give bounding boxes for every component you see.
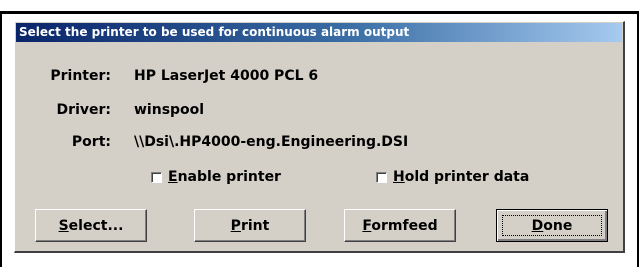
print-button[interactable]: Print xyxy=(194,209,306,242)
focus-indicator xyxy=(502,215,602,236)
enable-printer-option[interactable]: Enable printer xyxy=(151,169,281,185)
hold-printer-data-label: Hold printer data xyxy=(393,169,530,185)
top-rule xyxy=(0,0,639,14)
printer-dialog: Select the printer to be used for contin… xyxy=(14,21,625,253)
printer-value: HP LaserJet 4000 PCL 6 xyxy=(134,68,319,84)
port-label: Port: xyxy=(71,134,111,150)
driver-value: winspool xyxy=(134,102,205,118)
hold-printer-data-option[interactable]: Hold printer data xyxy=(376,169,529,185)
hold-printer-data-checkbox[interactable] xyxy=(376,171,387,183)
done-button[interactable]: Done xyxy=(496,209,608,242)
driver-label: Driver: xyxy=(56,102,111,118)
enable-printer-label: Enable printer xyxy=(168,169,281,185)
port-value: \\Dsi\.HP4000-eng.Engineering.DSI xyxy=(134,134,409,150)
printer-label: Printer: xyxy=(50,68,111,84)
formfeed-button[interactable]: Formfeed xyxy=(344,209,456,242)
select-button[interactable]: Select... xyxy=(35,209,147,242)
enable-printer-checkbox[interactable] xyxy=(151,171,162,183)
dialog-title: Select the printer to be used for contin… xyxy=(16,23,622,42)
